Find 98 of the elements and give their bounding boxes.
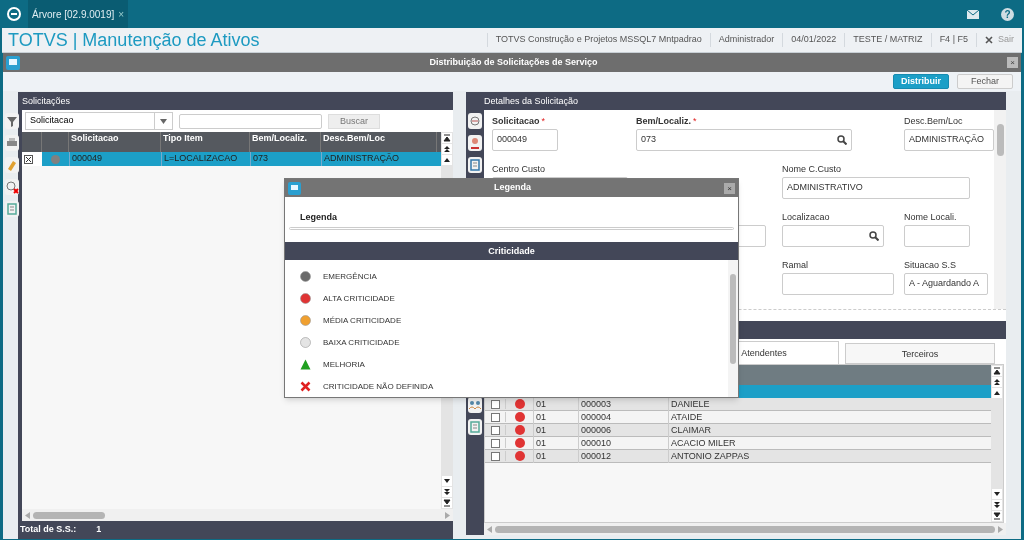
field-label: Nome Locali. (904, 211, 957, 224)
scrollbar-thumb[interactable] (996, 124, 1004, 156)
search-icon[interactable] (869, 231, 879, 241)
table-cell: 01 (533, 449, 578, 463)
input-field[interactable]: ADMINISTRATIVO (782, 177, 970, 199)
scroll-down-icon[interactable] (442, 476, 452, 486)
input-field[interactable] (904, 225, 970, 247)
document-icon[interactable] (468, 157, 482, 173)
close-tab-icon[interactable]: × (118, 6, 125, 22)
action-button[interactable]: Fechar (957, 74, 1013, 89)
checklist-icon[interactable] (5, 201, 19, 217)
dialog-title: Legenda (493, 181, 532, 195)
app-tab[interactable]: Árvore [02.9.0019] × (28, 0, 129, 28)
close-button[interactable]: × (724, 182, 735, 194)
required-mark: * (693, 115, 697, 128)
field-label: Ramal (782, 259, 808, 272)
total-value: 1 (96, 523, 102, 537)
field-label: Situacao S.S (904, 259, 957, 272)
field-label: Centro Custo (492, 163, 546, 176)
checklist-icon[interactable] (468, 419, 482, 435)
header-info: F4 | F5 (930, 33, 976, 47)
header-info: TESTE / MATRIZ (844, 33, 931, 47)
close-icon (985, 36, 993, 44)
checkbox[interactable] (490, 399, 500, 409)
scroll-bottom-icon[interactable] (442, 498, 452, 508)
table-cell: 000006 (578, 423, 668, 437)
total-label: Total de S.S.: (20, 523, 77, 537)
panel-title: Detalhes da Solicitação (466, 92, 1006, 110)
scrollbar-thumb[interactable] (495, 525, 995, 533)
window-title: Distribuição de Solicitações de Serviço (428, 55, 599, 69)
window-icon (6, 55, 20, 70)
field-label: Nome C.Custo (782, 163, 842, 176)
page-down-icon[interactable] (992, 500, 1002, 510)
table-cell: 000010 (578, 436, 668, 450)
checkbox[interactable] (24, 154, 33, 164)
field-label: Desc.Bem/Loc (904, 115, 963, 128)
table-row[interactable]: 000049 L=LOCALIZACAO 073 ADMINISTRAÇÃO (22, 152, 441, 166)
table-cell: 000012 (578, 449, 668, 463)
help-icon[interactable]: ? (1001, 7, 1014, 21)
table-cell: ADMINISTRAÇÃO (321, 152, 437, 166)
scrollbar-thumb[interactable] (33, 511, 105, 519)
page-down-icon[interactable] (442, 487, 452, 497)
filter-icon[interactable] (5, 113, 19, 129)
header-info: TOTVS Construção e Projetos MSSQL7 Mntpadrao (486, 33, 710, 47)
tab[interactable]: Terceiros (845, 343, 995, 364)
dialog-heading: Legenda (299, 211, 338, 223)
table-cell: 01 (533, 423, 578, 437)
scroll-up-icon[interactable] (442, 155, 452, 165)
table-cell: 01 (533, 436, 578, 450)
logo-icon[interactable] (7, 7, 21, 21)
input-field[interactable]: 000049 (492, 129, 558, 151)
checkbox[interactable] (490, 412, 500, 422)
scrollbar-thumb[interactable] (730, 274, 736, 364)
field-label: Bem/Localiz. (636, 115, 691, 128)
legend-label: EMERGÊNCIA (323, 270, 377, 283)
mail-icon[interactable] (967, 9, 979, 19)
input-field[interactable]: ADMINISTRAÇÃO (904, 129, 994, 151)
legend-label: CRITICIDADE NÃO DEFINIDA (323, 380, 434, 393)
panel-title: Solicitações (18, 92, 453, 110)
legend-label: MÉDIA CRITICIDADE (323, 314, 402, 327)
legend-label: MELHORIA (323, 358, 365, 371)
close-button[interactable]: × (1007, 57, 1018, 68)
input-field[interactable]: 073 (636, 129, 852, 151)
header-info: 04/01/2022 (782, 33, 845, 47)
checkbox[interactable] (490, 451, 500, 461)
field-label: Localizacao (782, 211, 830, 224)
search-field-select[interactable]: Solicitacao (25, 112, 173, 130)
app-title: TOTVS | Manutenção de Ativos (8, 28, 260, 52)
input-field[interactable] (782, 225, 884, 247)
remove-icon[interactable] (5, 179, 19, 195)
legend-label: BAIXA CRITICIDADE (323, 336, 400, 349)
input-field[interactable] (782, 273, 894, 295)
field-label: Solicitacao (492, 115, 540, 128)
scroll-top-icon[interactable] (992, 366, 1002, 376)
legend-label: ALTA CRITICIDADE (323, 292, 395, 305)
table-cell: 000049 (69, 152, 161, 166)
printer-icon[interactable] (5, 135, 19, 151)
page-up-icon[interactable] (442, 144, 452, 154)
scroll-down-icon[interactable] (992, 489, 1002, 499)
person-icon[interactable] (468, 135, 482, 151)
search-button[interactable]: Buscar (328, 113, 380, 129)
search-icon[interactable] (837, 135, 847, 145)
checkbox[interactable] (490, 425, 500, 435)
required-mark: * (541, 115, 546, 128)
scroll-bottom-icon[interactable] (992, 511, 1002, 521)
input-field[interactable]: A - Aguardando A (904, 273, 988, 295)
table-cell: 073 (250, 152, 321, 166)
table-cell: 000004 (578, 410, 668, 424)
window-icon (288, 181, 301, 195)
header-info: Administrador (709, 33, 783, 47)
scroll-up-icon[interactable] (992, 388, 1002, 398)
table-cell: 01 (533, 410, 578, 424)
table-cell: L=LOCALIZACAO (161, 152, 250, 166)
section-header: Criticidade (285, 242, 738, 260)
page-up-icon[interactable] (992, 377, 1002, 387)
scroll-top-icon[interactable] (442, 133, 452, 143)
search-field[interactable] (179, 113, 322, 129)
checkbox[interactable] (490, 438, 500, 448)
